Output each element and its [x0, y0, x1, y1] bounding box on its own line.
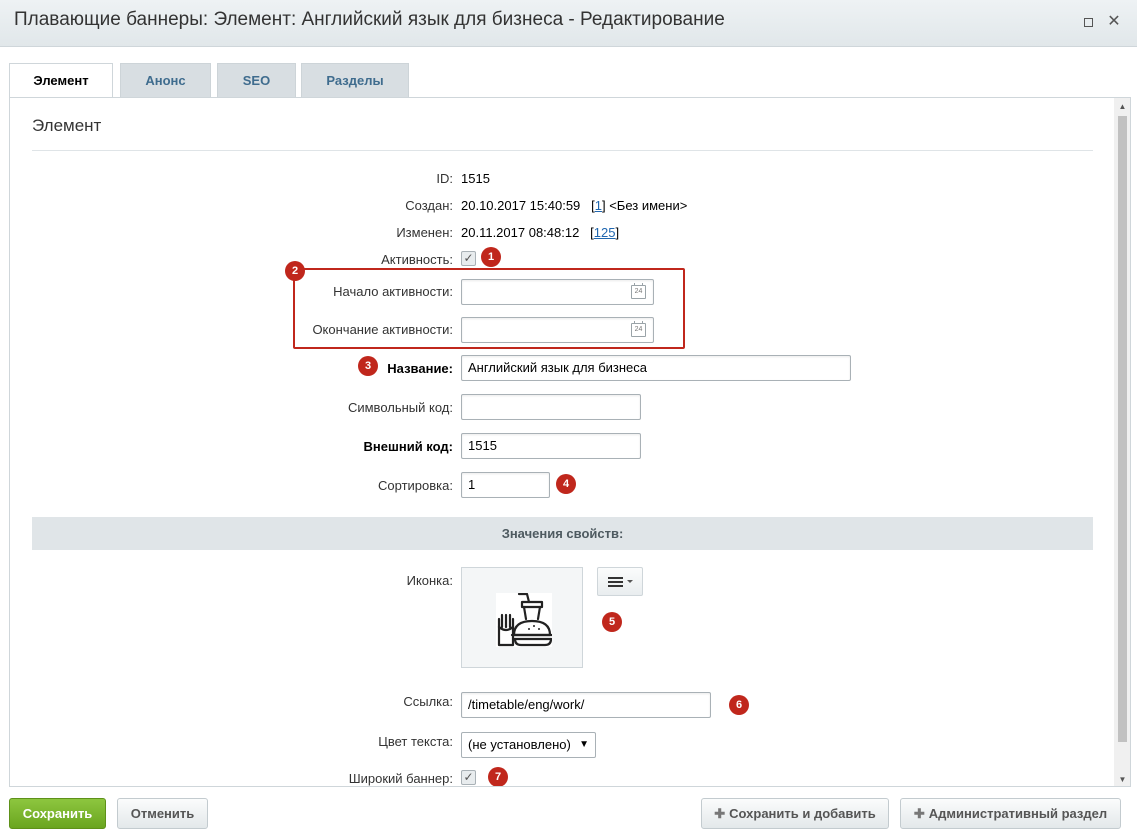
- active-to-label: Окончание активности:: [312, 322, 453, 337]
- properties-header: Значения свойств:: [32, 517, 1093, 550]
- dropdown-arrow-icon: ▼: [579, 739, 589, 750]
- code-field[interactable]: [461, 394, 641, 420]
- burger-drink-icon: [496, 592, 554, 647]
- annotation-badge-5: 5: [602, 612, 622, 632]
- modified-user-link[interactable]: 125: [594, 225, 616, 240]
- annotation-badge-2: 2: [285, 261, 305, 281]
- annotation-badge-7: 7: [488, 767, 508, 786]
- image-menu-button[interactable]: [597, 567, 643, 596]
- sort-label: Сортировка:: [378, 478, 453, 493]
- save-button[interactable]: Сохранить: [9, 798, 106, 829]
- plus-icon: ✚: [714, 806, 726, 821]
- active-checkbox[interactable]: ✓: [461, 251, 476, 266]
- created-user-name: <Без имени>: [609, 198, 688, 213]
- icon-label: Иконка:: [406, 573, 453, 588]
- tab-element[interactable]: Элемент: [9, 63, 113, 99]
- xml-id-field[interactable]: 1515: [461, 433, 641, 459]
- cancel-button[interactable]: Отменить: [117, 798, 208, 829]
- created-value: 20.10.2017 15:40:59 [1] <Без имени>: [461, 198, 688, 213]
- wide-banner-checkbox[interactable]: ✓: [461, 770, 476, 785]
- admin-section-button[interactable]: ✚ Административный раздел: [900, 798, 1121, 829]
- modified-value: 20.11.2017 08:48:12 [125]: [461, 225, 620, 240]
- scroll-up-icon[interactable]: ▲: [1114, 98, 1130, 115]
- annotation-badge-6: 6: [729, 695, 749, 715]
- annotation-badge-1: 1: [481, 247, 501, 267]
- icon-image-preview[interactable]: [461, 567, 583, 668]
- text-color-select[interactable]: (не установлено) ▼: [461, 732, 596, 758]
- window-title: Плавающие баннеры: Элемент: Английский я…: [14, 9, 725, 30]
- sort-field[interactable]: 1: [461, 472, 550, 498]
- tab-announce[interactable]: Анонс: [120, 63, 211, 98]
- close-icon[interactable]: ✕: [1106, 14, 1122, 30]
- vertical-scrollbar[interactable]: ▲ ▼: [1114, 98, 1130, 786]
- created-date: 20.10.2017 15:40:59: [461, 198, 581, 213]
- active-to-field[interactable]: 24: [461, 317, 654, 343]
- created-user-link[interactable]: 1: [595, 198, 602, 213]
- window-titlebar: Плавающие баннеры: Элемент: Английский я…: [0, 0, 1137, 47]
- id-label: ID:: [436, 171, 453, 186]
- scrollbar-thumb[interactable]: [1118, 116, 1127, 742]
- hamburger-menu-icon: [608, 577, 633, 587]
- annotation-badge-4: 4: [556, 474, 576, 494]
- save-and-add-button[interactable]: ✚ Сохранить и добавить: [701, 798, 889, 829]
- modified-date: 20.11.2017 08:48:12: [461, 225, 580, 240]
- name-label: Название:: [387, 361, 453, 376]
- text-color-label: Цвет текста:: [378, 734, 453, 749]
- xml-id-label: Внешний код:: [363, 439, 453, 454]
- section-divider: [32, 150, 1093, 151]
- tab-content-panel: Элемент ID: 1515 Создан: 20.10.2017 15:4…: [9, 97, 1131, 787]
- code-label: Символьный код:: [347, 400, 453, 415]
- modified-label: Изменен:: [396, 225, 453, 240]
- link-field[interactable]: /timetable/eng/work/: [461, 692, 711, 718]
- calendar-icon[interactable]: 24: [631, 283, 646, 299]
- tab-sections[interactable]: Разделы: [301, 63, 409, 98]
- wide-banner-label: Широкий баннер:: [348, 771, 453, 786]
- maximize-icon[interactable]: [1080, 14, 1096, 30]
- active-from-label: Начало активности:: [333, 284, 453, 299]
- id-value: 1515: [461, 171, 490, 186]
- calendar-icon[interactable]: 24: [631, 321, 646, 337]
- section-title: Элемент: [32, 116, 102, 135]
- scroll-down-icon[interactable]: ▼: [1114, 771, 1130, 786]
- link-label: Ссылка:: [403, 694, 453, 709]
- name-field[interactable]: Английский язык для бизнеса: [461, 355, 851, 381]
- plus-icon: ✚: [913, 806, 925, 821]
- tab-seo[interactable]: SEO: [217, 63, 296, 98]
- active-from-field[interactable]: 24: [461, 279, 654, 305]
- created-label: Создан:: [405, 198, 453, 213]
